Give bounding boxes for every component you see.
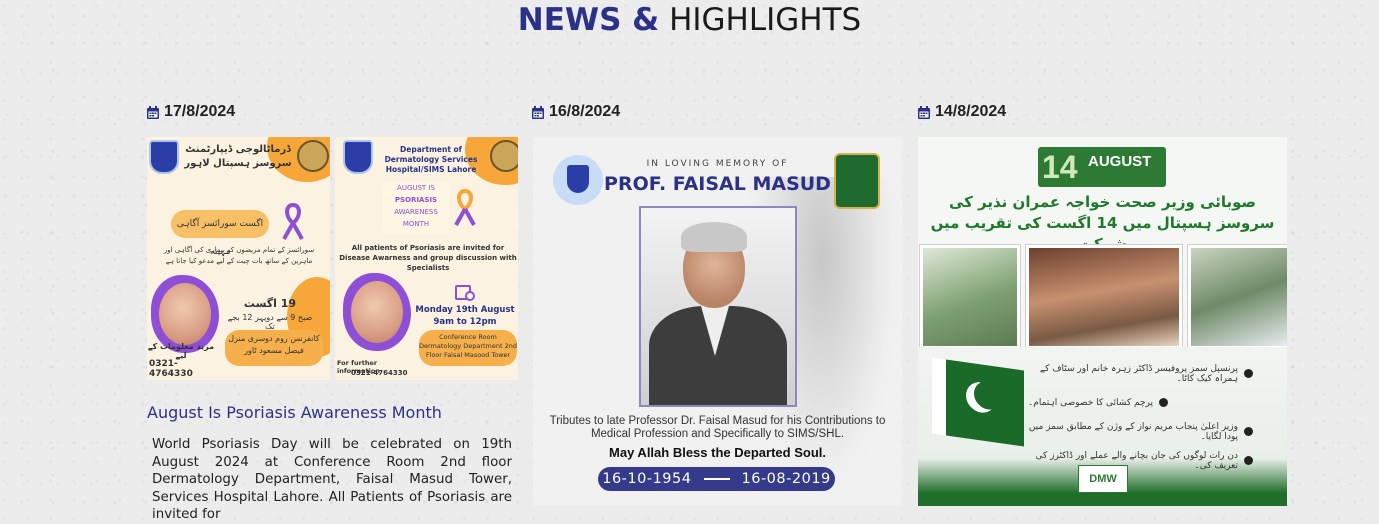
section-title: NEWS & HIGHLIGHTS	[0, 0, 1379, 40]
calendar-icon	[532, 105, 544, 119]
poster-urdu: ڈرماٹالوجی ڈیپارٹمنٹ سروسز ہسپتال لاہور …	[147, 137, 330, 380]
card-description: World Psoriasis Day will be celebrated o…	[152, 437, 512, 522]
card-image-independence[interactable]: 14 AUGUST صوبائی وزیر صحت خواجہ عمران نذ…	[918, 137, 1287, 506]
death-date: 16-08-2019	[741, 471, 831, 487]
card-image-memorial[interactable]: IN LOVING MEMORY OF PROF. FAISAL MASUD T…	[533, 137, 902, 506]
sims-logo	[149, 140, 179, 174]
life-dates: 16-10-1954 16-08-2019	[598, 467, 835, 491]
birth-date: 16-10-1954	[602, 471, 692, 487]
calendar-clock-icon	[455, 285, 475, 301]
blessing-text: May Allah Bless the Departed Soul.	[609, 445, 826, 460]
poster-english: Department of Dermatology Services Hospi…	[335, 137, 518, 380]
portrait-photo	[639, 206, 797, 407]
event-photo-2	[1026, 245, 1182, 349]
bullet-dot-icon	[1244, 369, 1253, 378]
list-item: وزیر اعلیٰ پنجاب مریم نواز کے وژن کے مطا…	[1028, 417, 1253, 446]
tribute-text: Tributes to late Professor Dr. Faisal Ma…	[549, 415, 886, 440]
bullet-dot-icon	[1159, 398, 1168, 407]
hospital-seal	[297, 140, 329, 172]
calendar-icon	[918, 105, 930, 119]
card-date-text: 16/8/2024	[549, 103, 621, 120]
pakistan-flag-icon	[946, 359, 1024, 447]
card-date-3: 14/8/2024	[918, 102, 1006, 122]
awareness-badge: AUGUST IS PSORIASIS AWARENESS MONTH	[383, 182, 449, 234]
card-image-psoriasis[interactable]: ڈرماٹالوجی ڈیپارٹمنٹ سروسز ہسپتال لاہور …	[147, 137, 518, 380]
list-item: پرنسپل سمز پروفیسر ڈاکٹر زہرہ خانم اور س…	[1028, 359, 1253, 388]
card-date-1: 17/8/2024	[147, 102, 235, 122]
bullet-dot-icon	[1244, 456, 1253, 465]
dmw-logo: DMW	[1078, 465, 1128, 493]
event-photo-3	[1188, 245, 1287, 349]
hospital-seal	[490, 140, 518, 172]
card-heading-psoriasis[interactable]: August Is Psoriasis Awareness Month	[147, 403, 442, 422]
event-highlights-list: پرنسپل سمز پروفیسر ڈاکٹر زہرہ خانم اور س…	[1028, 359, 1253, 475]
14-august-banner: 14 AUGUST	[1038, 147, 1166, 187]
section-title-main: HIGHLIGHTS	[669, 2, 862, 38]
card-date-text: 17/8/2024	[164, 103, 236, 120]
section-title-accent: NEWS &	[517, 2, 660, 38]
awareness-ribbon-icon	[282, 203, 304, 240]
list-item: پرچم کشائی کا خصوصی اہتمام۔	[1028, 388, 1253, 417]
list-item: دن رات لوگوں کی جان بچانے والے عملے اور …	[1028, 446, 1253, 475]
calendar-icon	[147, 105, 159, 119]
date-separator	[703, 478, 730, 480]
sims-logo	[343, 140, 373, 174]
card-date-2: 16/8/2024	[532, 102, 620, 122]
card-date-text: 14/8/2024	[935, 103, 1007, 120]
memorial-subtitle: IN LOVING MEMORY OF	[646, 159, 789, 169]
bullet-dot-icon	[1244, 427, 1253, 436]
memorial-name: PROF. FAISAL MASUD	[604, 173, 831, 195]
event-photo-1	[920, 245, 1020, 349]
awareness-ribbon-icon	[454, 189, 476, 226]
